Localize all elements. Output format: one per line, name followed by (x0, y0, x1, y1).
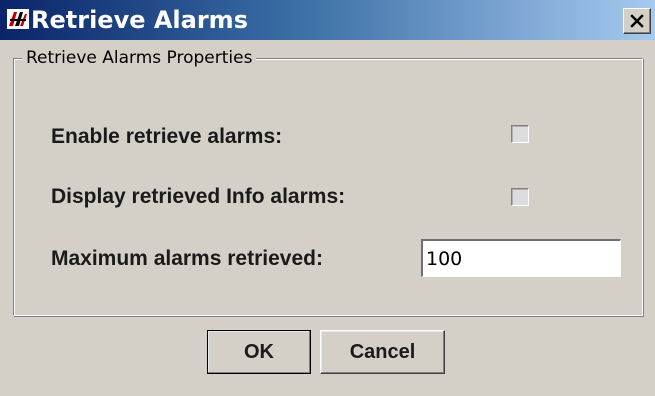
enable-retrieve-alarms-checkbox[interactable] (511, 125, 529, 143)
title-bar[interactable]: Retrieve Alarms (0, 0, 655, 40)
display-info-alarms-label: Display retrieved Info alarms: (51, 185, 346, 208)
enable-retrieve-alarms-label: Enable retrieve alarms: (51, 125, 283, 148)
retrieve-alarms-dialog: Retrieve Alarms Retrieve Alarms Properti… (0, 0, 655, 396)
close-icon (630, 14, 644, 28)
max-alarms-input[interactable] (421, 239, 621, 277)
app-logo-icon (7, 9, 29, 29)
window-title: Retrieve Alarms (31, 6, 248, 34)
ok-button[interactable]: OK (207, 330, 311, 374)
display-info-alarms-checkbox[interactable] (511, 188, 529, 206)
max-alarms-label: Maximum alarms retrieved: (51, 247, 323, 270)
close-button[interactable] (623, 8, 651, 34)
group-title: Retrieve Alarms Properties (22, 47, 257, 69)
cancel-button[interactable]: Cancel (320, 330, 445, 374)
